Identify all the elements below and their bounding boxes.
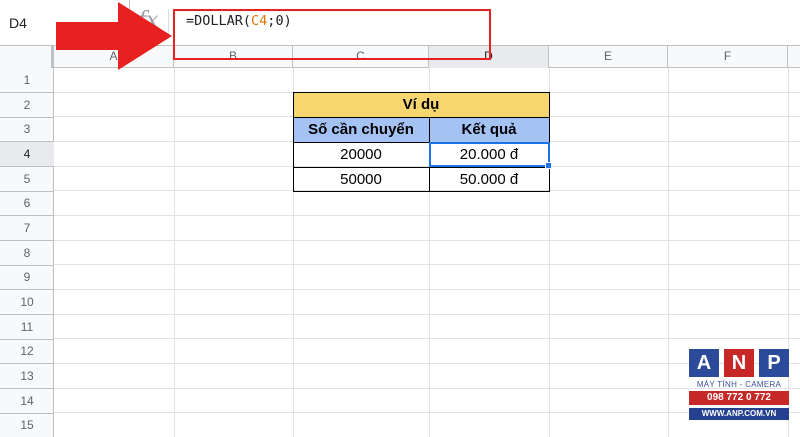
row-header-7[interactable]: 7 <box>0 216 54 241</box>
row-header-1[interactable]: 1 <box>0 68 54 93</box>
logo-website: WWW.ANP.COM.VN <box>689 408 789 420</box>
column-header-e[interactable]: E <box>549 46 668 68</box>
row-header-4[interactable]: 4 <box>0 142 54 167</box>
select-all-corner[interactable] <box>0 46 54 68</box>
table-divider <box>293 167 550 168</box>
table-divider <box>293 117 550 118</box>
anp-logo: A N P MÁY TÍNH - CAMERA 098 772 0 772 WW… <box>689 349 789 429</box>
fill-handle[interactable] <box>545 162 552 169</box>
row-header-14[interactable]: 14 <box>0 389 54 414</box>
active-cell-selection[interactable] <box>429 142 550 167</box>
name-box-value: D4 <box>9 15 27 31</box>
row-header-11[interactable]: 11 <box>0 315 54 340</box>
formula-highlight-box <box>173 9 491 60</box>
row-header-9[interactable]: 9 <box>0 265 54 290</box>
logo-letter-n: N <box>724 349 754 377</box>
column-header-f[interactable]: F <box>668 46 788 68</box>
row-header-8[interactable]: 8 <box>0 241 54 266</box>
row-header-15[interactable]: 15 <box>0 413 54 437</box>
row-header-10[interactable]: 10 <box>0 290 54 315</box>
row-header-6[interactable]: 6 <box>0 191 54 216</box>
row-header-5[interactable]: 5 <box>0 167 54 192</box>
logo-letter-a: A <box>689 349 719 377</box>
row-header-2[interactable]: 2 <box>0 93 54 118</box>
row-header-12[interactable]: 12 <box>0 339 54 364</box>
annotation-arrow-icon <box>56 2 172 70</box>
logo-subtitle: MÁY TÍNH - CAMERA <box>696 380 782 389</box>
logo-letter-p: P <box>759 349 789 377</box>
row-header-13[interactable]: 13 <box>0 364 54 389</box>
logo-phone: 098 772 0 772 <box>689 391 789 405</box>
row-header-3[interactable]: 3 <box>0 117 54 142</box>
row-header-bar: 1 2 3 4 5 6 7 8 9 10 11 12 13 14 15 <box>0 68 54 437</box>
